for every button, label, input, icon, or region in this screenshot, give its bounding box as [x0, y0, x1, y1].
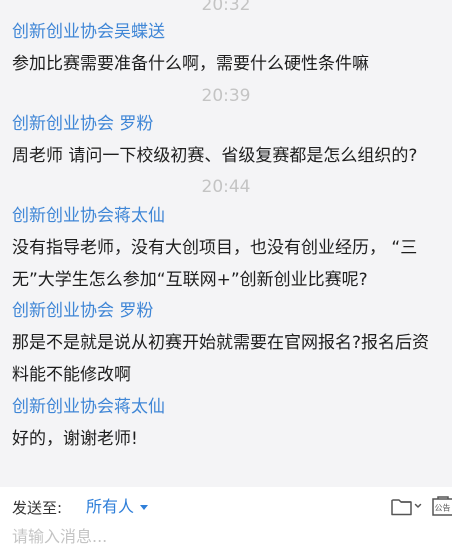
message-sender[interactable]: 创新创业协会蒋太仙 — [12, 396, 165, 418]
folder-icon — [391, 499, 422, 516]
message-input[interactable] — [8, 523, 396, 549]
timestamp: 20:32 — [201, 0, 251, 15]
file-button[interactable] — [390, 494, 424, 518]
message-text: 没有指导老师，没有大创项目，也没有创业经历， “三 — [12, 238, 418, 258]
compose-area: 发送至: 所有人 公告 — [0, 487, 452, 551]
recipient-selector[interactable]: 所有人 — [86, 497, 149, 517]
message-sender[interactable]: 创新创业协会吴蝶送 — [12, 21, 165, 43]
message-sender[interactable]: 创新创业协会 罗粉 — [12, 300, 153, 322]
message-text: 好的，谢谢老师! — [12, 429, 138, 449]
message-text: 无”大学生怎么参加“互联网+”创新创业比赛呢? — [12, 270, 368, 290]
message-text: 参加比赛需要准备什么啊，需要什么硬性条件嘛 — [12, 54, 369, 74]
announcement-icon: 公告 — [432, 496, 452, 516]
recipient-value: 所有人 — [86, 497, 135, 516]
chat-message-area: 20:32 创新创业协会吴蝶送 参加比赛需要准备什么啊，需要什么硬性条件嘛 20… — [0, 0, 452, 487]
timestamp: 20:39 — [201, 86, 251, 106]
message-sender[interactable]: 创新创业协会蒋太仙 — [12, 205, 165, 227]
message-text: 周老师 请问一下校级初赛、省级复赛都是怎么组织的? — [12, 146, 418, 166]
message-text: 那是不是就是说从初赛开始就需要在官网报名?报名后资 — [12, 333, 430, 353]
timestamp: 20:44 — [201, 177, 251, 197]
announcement-button[interactable]: 公告 — [430, 494, 452, 518]
caret-down-icon — [140, 505, 149, 510]
announcement-icon-label: 公告 — [435, 503, 451, 513]
message-text: 料能不能修改啊 — [12, 365, 131, 385]
message-sender[interactable]: 创新创业协会 罗粉 — [12, 113, 153, 135]
send-to-label: 发送至: — [12, 499, 63, 517]
chevron-down-icon — [414, 503, 422, 508]
